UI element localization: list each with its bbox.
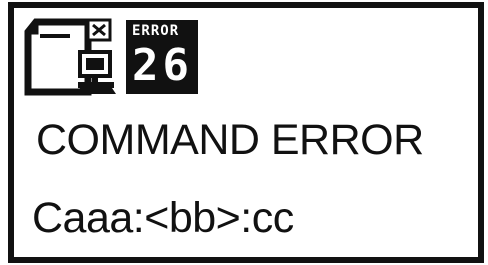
error-code: 26 — [132, 40, 193, 91]
document-icon — [24, 18, 116, 96]
error-badge: ERROR 26 — [126, 20, 198, 94]
error-title: COMMAND ERROR — [36, 116, 424, 164]
lcd-screen: ERROR 26 COMMAND ERROR Caaa:<bb>:cc — [8, 2, 484, 263]
close-icon — [86, 18, 112, 42]
computer-icon — [76, 50, 116, 94]
error-detail: Caaa:<bb>:cc — [32, 194, 294, 242]
error-label: ERROR — [132, 23, 180, 39]
